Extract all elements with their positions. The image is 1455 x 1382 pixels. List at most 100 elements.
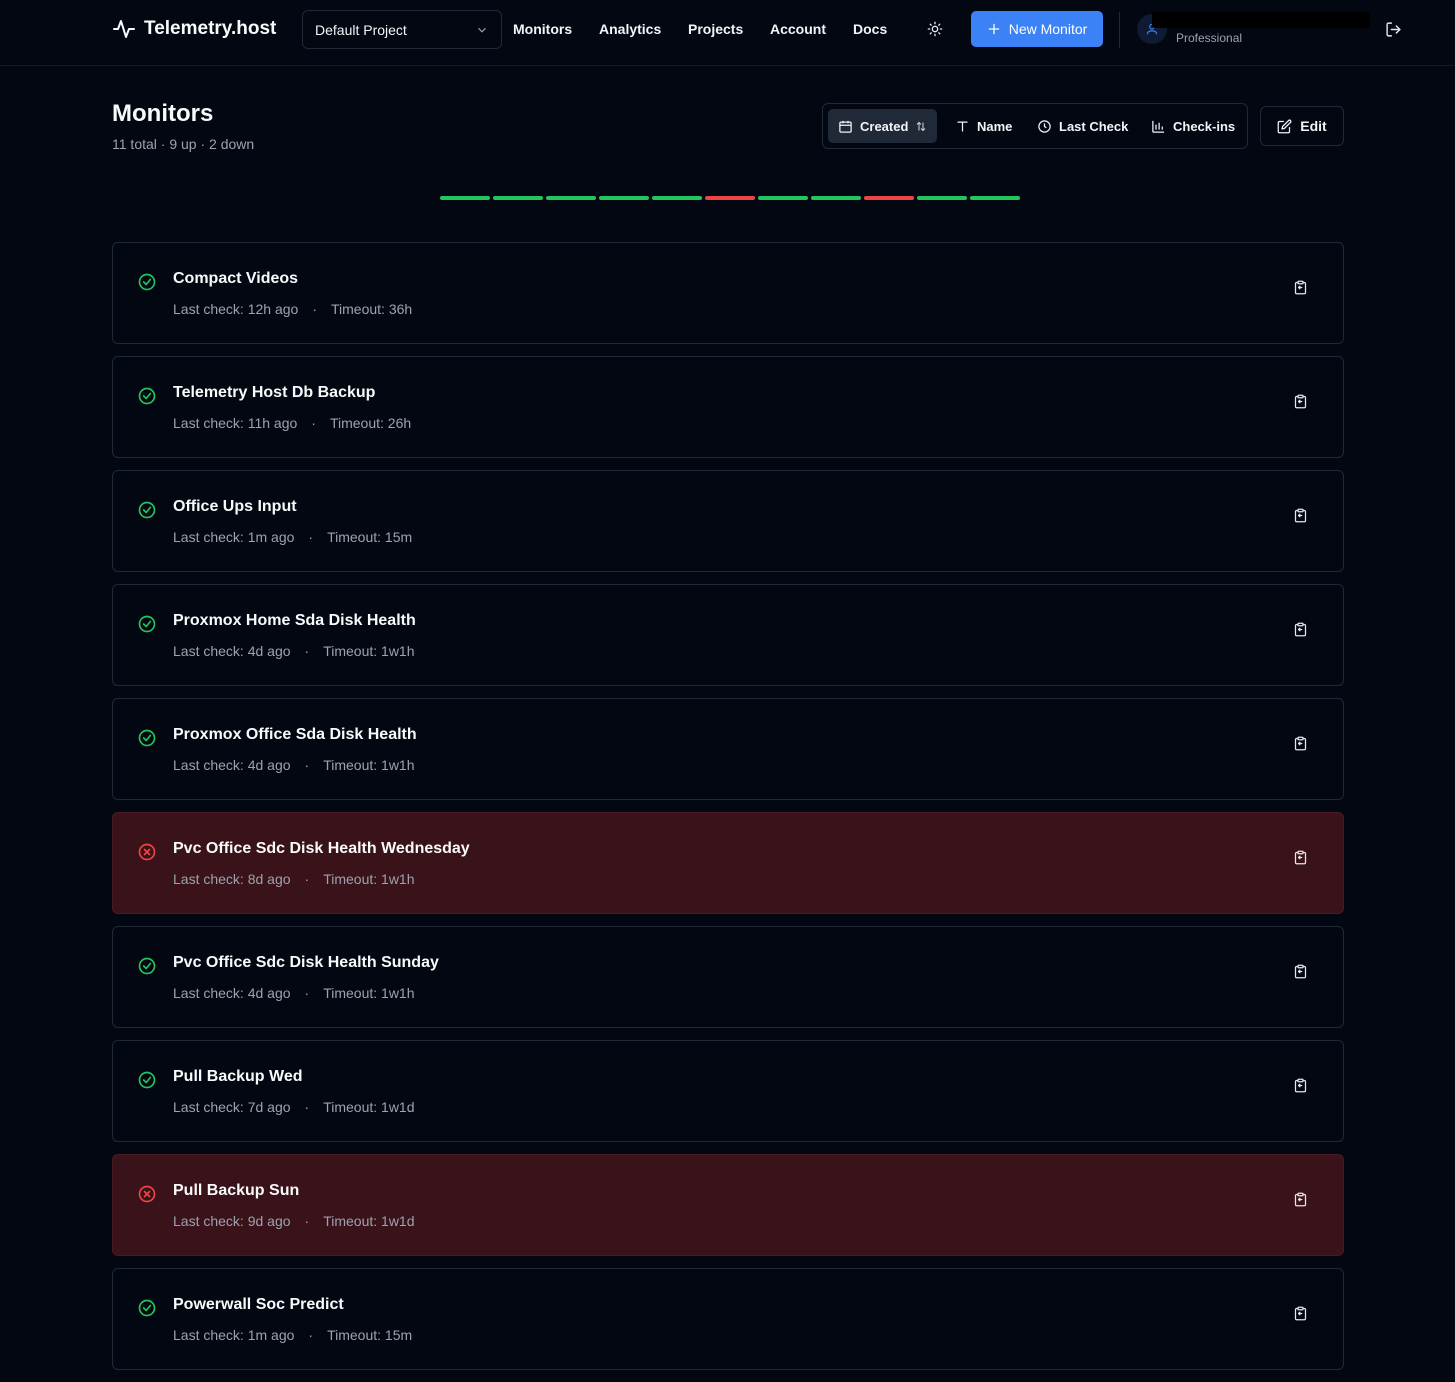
clipboard-copy-icon [1294, 850, 1306, 864]
monitor-card[interactable]: Proxmox Office Sda Disk Health Last chec… [112, 698, 1344, 800]
nav-account[interactable]: Account [770, 0, 826, 58]
nav-account-label[interactable]: Account [770, 21, 826, 37]
new-monitor-button[interactable]: New Monitor [971, 11, 1103, 47]
meta-separator: · [304, 1099, 310, 1115]
monitor-last-check: Last check: 7d ago [173, 1099, 291, 1115]
monitor-meta: Last check: 1m ago · Timeout: 15m [173, 529, 412, 545]
nav-monitors[interactable]: Monitors [513, 0, 572, 58]
copy-url-button[interactable] [1290, 277, 1310, 297]
status-segment-up [440, 196, 490, 200]
monitor-last-check: Last check: 12h ago [173, 301, 299, 317]
status-up-icon [137, 500, 157, 520]
monitor-name: Proxmox Office Sda Disk Health [173, 726, 417, 743]
meta-separator: · [312, 301, 317, 317]
status-segment-up [758, 196, 808, 200]
nav-analytics-label[interactable]: Analytics [599, 21, 661, 37]
monitor-last-check: Last check: 9d ago [173, 1213, 291, 1229]
meta-separator: · [308, 529, 314, 545]
monitor-last-check: Last check: 4d ago [173, 757, 291, 773]
monitor-card[interactable]: Pvc Office Sdc Disk Health Sunday Last c… [112, 926, 1344, 1028]
status-segment-up [652, 196, 702, 200]
status-up-icon [137, 728, 157, 748]
copy-url-button[interactable] [1290, 1075, 1310, 1095]
sort-name-button[interactable]: Name [945, 109, 1022, 143]
copy-url-button[interactable] [1290, 505, 1310, 525]
monitor-timeout: Timeout: 1w1h [323, 643, 415, 659]
project-select-value: Default Project [315, 21, 407, 38]
status-segment-up [599, 196, 649, 200]
brand[interactable]: Telemetry.host [112, 14, 276, 44]
copy-url-button[interactable] [1290, 619, 1310, 639]
monitor-last-check: Last check: 4d ago [173, 985, 291, 1001]
nav-projects[interactable]: Projects [688, 0, 743, 58]
monitor-card[interactable]: Pvc Office Sdc Disk Health Wednesday Las… [112, 812, 1344, 914]
monitor-meta: Last check: 9d ago · Timeout: 1w1d [173, 1213, 415, 1229]
meta-separator: · [304, 985, 310, 1001]
monitor-meta: Last check: 4d ago · Timeout: 1w1h [173, 643, 415, 659]
copy-url-button[interactable] [1290, 847, 1310, 867]
logout-icon [1385, 21, 1401, 37]
nav-monitors-label[interactable]: Monitors [513, 21, 572, 37]
edit-label: Edit [1300, 118, 1327, 134]
sort-last-check-button[interactable]: Last Check [1027, 109, 1138, 143]
status-segment-up [546, 196, 596, 200]
status-up-icon [137, 272, 157, 292]
sort-created-button[interactable]: Created [828, 109, 938, 143]
monitor-meta: Last check: 7d ago · Timeout: 1w1d [173, 1099, 415, 1115]
monitor-timeout: Timeout: 1w1h [323, 757, 415, 773]
project-select[interactable]: Default Project [302, 10, 502, 49]
copy-url-button[interactable] [1290, 961, 1310, 981]
plus-icon [988, 23, 1000, 35]
meta-separator: · [311, 415, 316, 431]
nav-docs-label[interactable]: Docs [853, 21, 887, 37]
theme-toggle-button[interactable] [924, 18, 946, 40]
text-icon [957, 121, 968, 131]
monitor-meta: Last check: 4d ago · Timeout: 1w1h [173, 985, 415, 1001]
sort-last-check-label: Last Check [1059, 118, 1129, 134]
meta-separator: · [304, 1213, 310, 1229]
monitor-card[interactable]: Pull Backup Sun Last check: 9d ago · Tim… [112, 1154, 1344, 1256]
monitor-name: Office Ups Input [173, 498, 297, 515]
sort-name-label: Name [977, 118, 1013, 134]
status-segment-up [493, 196, 543, 200]
monitor-meta: Last check: 11h ago · Timeout: 26h [173, 415, 411, 431]
status-segment-up [970, 196, 1020, 200]
clipboard-copy-icon [1294, 1306, 1306, 1320]
clipboard-copy-icon [1294, 736, 1306, 750]
monitor-timeout: Timeout: 1w1h [323, 871, 415, 887]
monitor-last-check: Last check: 11h ago [173, 415, 298, 431]
nav-projects-label[interactable]: Projects [688, 21, 743, 37]
copy-url-button[interactable] [1290, 1189, 1310, 1209]
monitor-card[interactable]: Pull Backup Wed Last check: 7d ago · Tim… [112, 1040, 1344, 1142]
edit-button[interactable]: Edit [1260, 106, 1344, 146]
monitor-name: Pull Backup Sun [173, 1182, 300, 1199]
edit-icon [1277, 119, 1292, 133]
monitor-card[interactable]: Telemetry Host Db Backup Last check: 11h… [112, 356, 1344, 458]
status-segment-up [811, 196, 861, 200]
top-navbar: Telemetry.host Default Project Monitors … [0, 0, 1455, 66]
monitor-card[interactable]: Powerwall Soc Predict Last check: 1m ago… [112, 1268, 1344, 1370]
nav-analytics[interactable]: Analytics [599, 0, 661, 58]
clipboard-copy-icon [1294, 508, 1306, 522]
calendar-icon [839, 120, 852, 133]
sort-created-label: Created [860, 118, 909, 134]
monitor-timeout: Timeout: 15m [327, 1327, 413, 1343]
status-up-icon [137, 386, 157, 406]
sort-arrows-icon [917, 121, 926, 131]
logout-button[interactable] [1383, 19, 1403, 39]
sun-icon [927, 21, 943, 37]
copy-url-button[interactable] [1290, 733, 1310, 753]
copy-url-button[interactable] [1290, 391, 1310, 411]
sort-check-ins-label: Check-ins [1173, 118, 1236, 134]
copy-url-button[interactable] [1290, 1303, 1310, 1323]
sort-check-ins-button[interactable]: Check-ins [1141, 109, 1245, 143]
page-title: Monitors [112, 100, 214, 127]
monitor-last-check: Last check: 8d ago [173, 871, 291, 887]
meta-separator: · [304, 871, 310, 887]
meta-separator: · [304, 643, 310, 659]
monitor-card[interactable]: Compact Videos Last check: 12h ago · Tim… [112, 242, 1344, 344]
clock-icon [1038, 119, 1051, 133]
monitor-card[interactable]: Proxmox Home Sda Disk Health Last check:… [112, 584, 1344, 686]
monitor-card[interactable]: Office Ups Input Last check: 1m ago · Ti… [112, 470, 1344, 572]
nav-docs[interactable]: Docs [853, 0, 887, 58]
